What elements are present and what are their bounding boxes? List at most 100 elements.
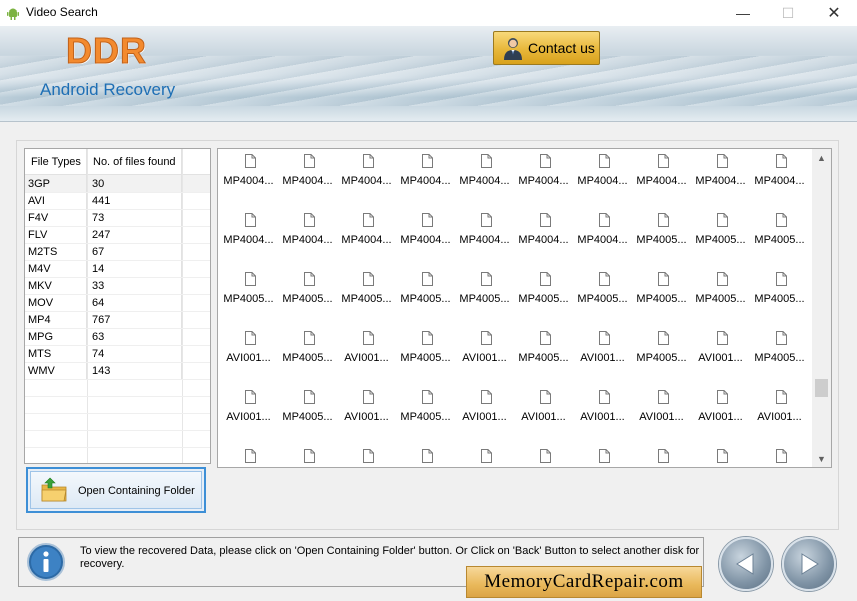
file-item[interactable]: MP4005... — [396, 385, 455, 425]
file-item[interactable] — [337, 444, 396, 467]
file-item[interactable]: MP4004... — [278, 149, 337, 189]
file-name: AVI001... — [580, 411, 625, 423]
file-item[interactable]: MP4005... — [278, 267, 337, 307]
contact-us-button[interactable]: Contact us — [493, 31, 600, 65]
file-item[interactable]: AVI001... — [337, 326, 396, 366]
back-button[interactable] — [719, 537, 773, 591]
file-item[interactable] — [455, 444, 514, 467]
file-item[interactable]: MP4004... — [455, 149, 514, 189]
file-item[interactable]: MP4005... — [396, 326, 455, 366]
file-count-cell: 64 — [87, 294, 182, 311]
header-file-types[interactable]: File Types — [25, 149, 87, 174]
file-name: MP4005... — [282, 293, 333, 305]
next-button[interactable] — [782, 537, 836, 591]
file-count-cell: 74 — [87, 345, 182, 362]
file-item[interactable] — [632, 444, 691, 467]
file-item[interactable]: MP4005... — [573, 267, 632, 307]
file-name: MP4004... — [695, 175, 746, 187]
file-item[interactable]: MP4005... — [278, 326, 337, 366]
file-name: MP4005... — [282, 352, 333, 364]
file-item[interactable]: AVI001... — [573, 326, 632, 366]
file-item[interactable] — [278, 444, 337, 467]
file-item[interactable]: MP4005... — [219, 267, 278, 307]
file-item[interactable]: MP4004... — [278, 208, 337, 248]
file-item[interactable]: AVI001... — [632, 385, 691, 425]
file-icon — [658, 154, 669, 168]
file-item[interactable]: AVI001... — [219, 385, 278, 425]
file-item[interactable]: MP4004... — [396, 149, 455, 189]
file-icon — [481, 213, 492, 227]
file-item[interactable]: MP4004... — [219, 149, 278, 189]
title-bar: Video Search — ☐ ✕ — [0, 0, 857, 26]
file-item[interactable] — [573, 444, 632, 467]
file-item[interactable]: MP4005... — [455, 267, 514, 307]
file-item[interactable]: MP4004... — [514, 208, 573, 248]
file-item[interactable]: MP4004... — [750, 149, 809, 189]
file-item[interactable] — [219, 444, 278, 467]
file-types-table[interactable]: File Types No. of files found 3GP 30 AVI 44… — [24, 148, 211, 464]
file-item[interactable]: MP4005... — [278, 385, 337, 425]
file-item[interactable]: MP4004... — [455, 208, 514, 248]
file-item[interactable]: AVI001... — [691, 385, 750, 425]
file-icon — [304, 272, 315, 286]
file-item[interactable]: MP4005... — [750, 267, 809, 307]
file-name: MP4005... — [754, 234, 805, 246]
scroll-thumb[interactable] — [815, 379, 828, 397]
file-item[interactable]: MP4005... — [514, 326, 573, 366]
person-icon — [504, 38, 522, 60]
file-item[interactable] — [750, 444, 809, 467]
file-item[interactable]: AVI001... — [219, 326, 278, 366]
file-item[interactable] — [691, 444, 750, 467]
file-item[interactable] — [514, 444, 573, 467]
file-item[interactable]: MP4004... — [691, 149, 750, 189]
file-name: AVI001... — [462, 411, 507, 423]
file-item[interactable]: MP4004... — [573, 208, 632, 248]
file-item[interactable]: AVI001... — [455, 385, 514, 425]
file-item[interactable]: AVI001... — [573, 385, 632, 425]
file-item[interactable]: MP4004... — [337, 149, 396, 189]
file-item[interactable]: MP4005... — [337, 267, 396, 307]
file-type-cell: MOV — [25, 294, 87, 311]
file-item[interactable]: MP4004... — [219, 208, 278, 248]
header-files-found[interactable]: No. of files found — [87, 149, 182, 174]
file-item[interactable]: MP4004... — [632, 149, 691, 189]
file-icon — [245, 331, 256, 345]
file-type-cell: MTS — [25, 345, 87, 362]
file-item[interactable]: MP4004... — [573, 149, 632, 189]
file-item[interactable]: MP4004... — [337, 208, 396, 248]
minimize-button[interactable]: — — [720, 0, 766, 26]
file-icon — [599, 154, 610, 168]
file-count-cell: 63 — [87, 328, 182, 345]
file-item[interactable]: AVI001... — [691, 326, 750, 366]
file-item[interactable]: AVI001... — [455, 326, 514, 366]
file-item[interactable]: MP4005... — [691, 208, 750, 248]
file-item[interactable]: MP4005... — [750, 326, 809, 366]
file-name: MP4004... — [282, 175, 333, 187]
maximize-button[interactable]: ☐ — [765, 0, 811, 26]
open-containing-folder-button[interactable]: Open Containing Folder — [26, 467, 206, 513]
file-item[interactable]: AVI001... — [337, 385, 396, 425]
file-item[interactable]: AVI001... — [514, 385, 573, 425]
file-icon — [658, 449, 669, 463]
recovered-files-view[interactable]: MP4004... MP4004... MP4004... MP4004... MP40… — [217, 148, 832, 468]
file-item[interactable]: MP4005... — [514, 267, 573, 307]
file-item[interactable]: MP4005... — [632, 326, 691, 366]
file-item[interactable]: MP4005... — [750, 208, 809, 248]
file-item[interactable] — [396, 444, 455, 467]
scroll-up-arrow-icon[interactable]: ▲ — [812, 149, 831, 166]
header-banner: DDR Android Recovery Contact us — [0, 26, 857, 122]
file-icon — [245, 449, 256, 463]
file-item[interactable]: MP4005... — [396, 267, 455, 307]
file-item[interactable]: MP4005... — [691, 267, 750, 307]
file-type-cell: AVI — [25, 192, 87, 209]
file-item[interactable]: MP4004... — [396, 208, 455, 248]
file-item[interactable]: MP4005... — [632, 267, 691, 307]
file-type-cell: MP4 — [25, 311, 87, 328]
files-scrollbar[interactable]: ▲ ▼ — [812, 149, 831, 467]
scroll-down-arrow-icon[interactable]: ▼ — [812, 450, 831, 467]
close-button[interactable]: ✕ — [811, 0, 857, 26]
file-item[interactable]: MP4005... — [632, 208, 691, 248]
file-icon — [304, 390, 315, 404]
file-item[interactable]: MP4004... — [514, 149, 573, 189]
file-item[interactable]: AVI001... — [750, 385, 809, 425]
